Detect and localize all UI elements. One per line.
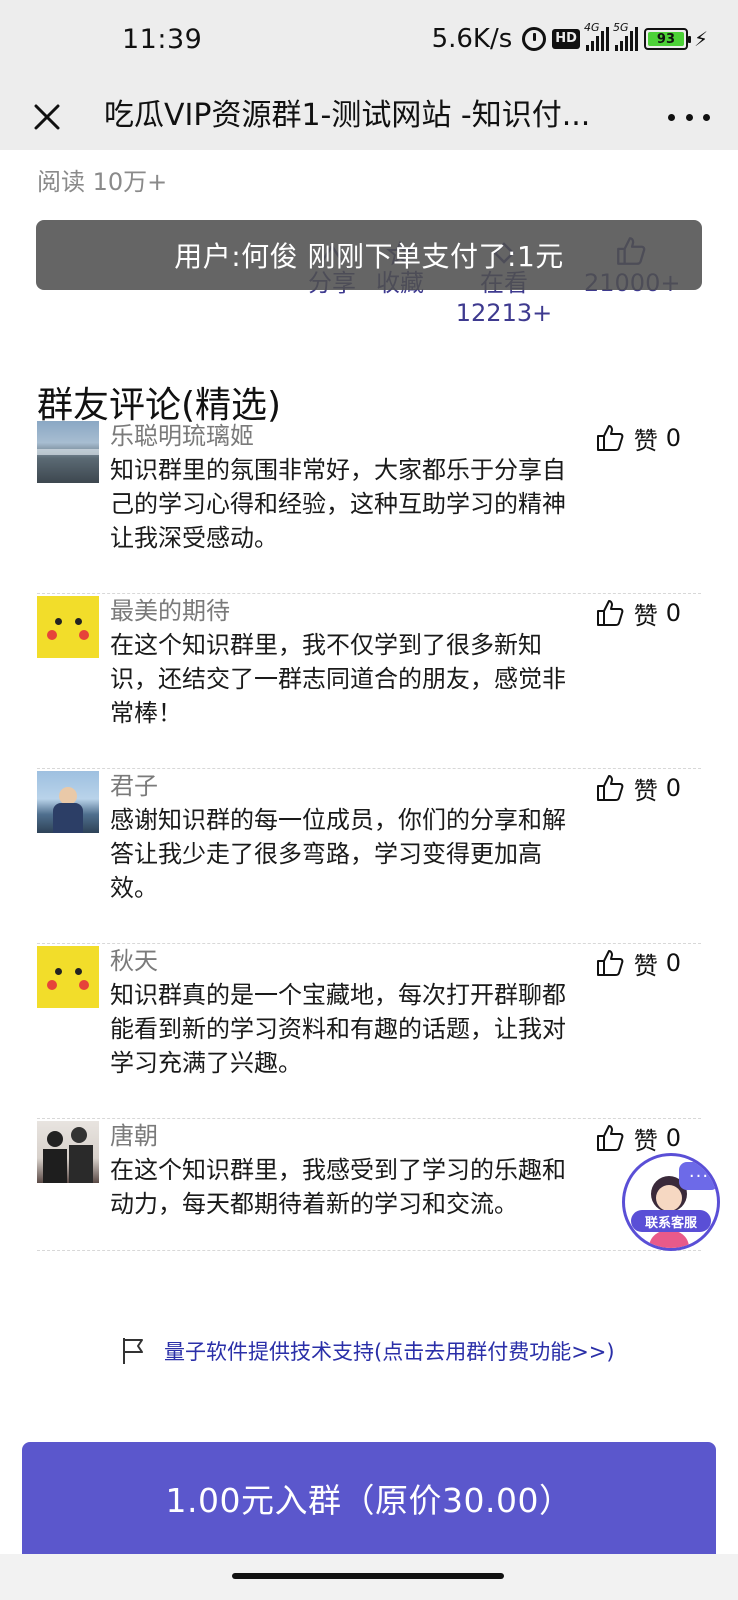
like-count: 0 xyxy=(665,774,681,802)
support-text: 量子软件提供技术支持(点击去用群付费功能>>) xyxy=(164,1340,615,1364)
customer-service-label: 联系客服 xyxy=(631,1210,711,1232)
avatar xyxy=(37,771,99,833)
status-bar: 11:39 5.6K/s HD 4G 5G 93 ⚡ xyxy=(0,0,738,84)
hd-icon: HD xyxy=(552,29,580,49)
home-bar xyxy=(0,1554,738,1600)
avatar xyxy=(37,1121,99,1183)
like-button[interactable]: 赞 0 xyxy=(594,421,681,455)
thumbs-up-icon xyxy=(596,425,624,451)
nav-bar: 吃瓜VIP资源群1-测试网站 -知识付... xyxy=(0,84,738,150)
thumbs-up-icon xyxy=(596,775,624,801)
more-icon[interactable] xyxy=(668,102,710,132)
comment-item: 唐朝 在这个知识群里，我感受到了学习的乐趣和动力，每天都期待着新的学习和交流。 … xyxy=(37,1119,701,1251)
signal-4g-label: 4G xyxy=(583,21,600,34)
comment-author: 秋天 xyxy=(110,947,158,975)
battery-level: 93 xyxy=(656,31,675,47)
like-label: 赞 xyxy=(633,426,658,455)
page-title: 吃瓜VIP资源群1-测试网站 -知识付... xyxy=(104,98,591,133)
thumbs-up-icon xyxy=(596,600,624,626)
like-label: 赞 xyxy=(633,951,658,980)
like-button[interactable]: 赞 0 xyxy=(594,771,681,805)
chat-bubble-icon: ··· xyxy=(679,1162,717,1190)
comment-item: 君子 感谢知识群的每一位成员，你们的分享和解答让我少走了很多弯路，学习变得更加高… xyxy=(37,769,701,944)
like-button[interactable]: 赞 0 xyxy=(594,596,681,630)
like-label: 赞 xyxy=(633,776,658,805)
comment-item: 乐聪明琉璃姬 知识群里的氛围非常好，大家都乐于分享自己的学习心得和经验，这种互助… xyxy=(37,419,701,594)
like-button[interactable]: 赞 0 xyxy=(594,1121,681,1155)
like-count: 0 xyxy=(665,1124,681,1152)
close-icon[interactable] xyxy=(24,94,70,140)
battery-icon: 93 xyxy=(643,28,691,50)
like-label: 赞 xyxy=(633,601,658,630)
status-time: 11:39 xyxy=(122,24,203,55)
comment-text: 感谢知识群的每一位成员，你们的分享和解答让我少走了很多弯路，学习变得更加高效。 xyxy=(110,806,566,902)
comment-text: 知识群里的氛围非常好，大家都乐于分享自己的学习心得和经验，这种互助学习的精神让我… xyxy=(110,456,566,552)
avatar xyxy=(37,596,99,658)
like-count: 0 xyxy=(665,949,681,977)
comment-text: 在这个知识群里，我感受到了学习的乐趣和动力，每天都期待着新的学习和交流。 xyxy=(110,1156,566,1218)
thumbs-up-icon xyxy=(596,950,624,976)
net-speed: 5.6K/s xyxy=(431,24,513,54)
comment-author: 君子 xyxy=(110,772,158,800)
comment-item: 秋天 知识群真的是一个宝藏地，每次打开群聊都能看到新的学习资料和有趣的话题，让我… xyxy=(37,944,701,1119)
status-indicators: 5.6K/s HD 4G 5G 93 ⚡ xyxy=(431,21,708,56)
flag-icon xyxy=(123,1338,143,1364)
comment-text: 知识群真的是一个宝藏地，每次打开群聊都能看到新的学习资料和有趣的话题，让我对学习… xyxy=(110,981,566,1077)
read-count: 阅读 10万+ xyxy=(37,168,168,196)
support-link[interactable]: 量子软件提供技术支持(点击去用群付费功能>>) xyxy=(120,1336,615,1366)
like-label: 赞 xyxy=(633,1126,658,1155)
home-indicator[interactable] xyxy=(232,1573,504,1579)
like-count: 0 xyxy=(665,424,681,452)
comment-author: 唐朝 xyxy=(110,1122,158,1150)
like-button[interactable]: 赞 0 xyxy=(594,946,681,980)
signal-4g-icon: 4G xyxy=(584,21,609,51)
order-toast: 用户:何俊 刚刚下单支付了:1元 xyxy=(36,220,702,290)
customer-service-button[interactable]: ··· 联系客服 xyxy=(622,1153,720,1251)
comment-author: 最美的期待 xyxy=(110,597,230,625)
signal-5g-icon: 5G xyxy=(613,21,638,51)
comment-item: 最美的期待 在这个知识群里，我不仅学到了很多新知识，还结交了一群志同道合的朋友，… xyxy=(37,594,701,769)
like-count: 0 xyxy=(665,599,681,627)
comment-author: 乐聪明琉璃姬 xyxy=(110,422,254,450)
thumbs-up-icon xyxy=(596,1125,624,1151)
charging-icon: ⚡ xyxy=(693,27,708,51)
avatar xyxy=(37,421,99,483)
comment-text: 在这个知识群里，我不仅学到了很多新知识，还结交了一群志同道合的朋友，感觉非常棒！ xyxy=(110,631,566,727)
join-group-button[interactable]: 1.00元入群（原价30.00） xyxy=(22,1442,716,1554)
signal-5g-label: 5G xyxy=(612,21,629,34)
alarm-icon xyxy=(522,27,547,51)
avatar xyxy=(37,946,99,1008)
